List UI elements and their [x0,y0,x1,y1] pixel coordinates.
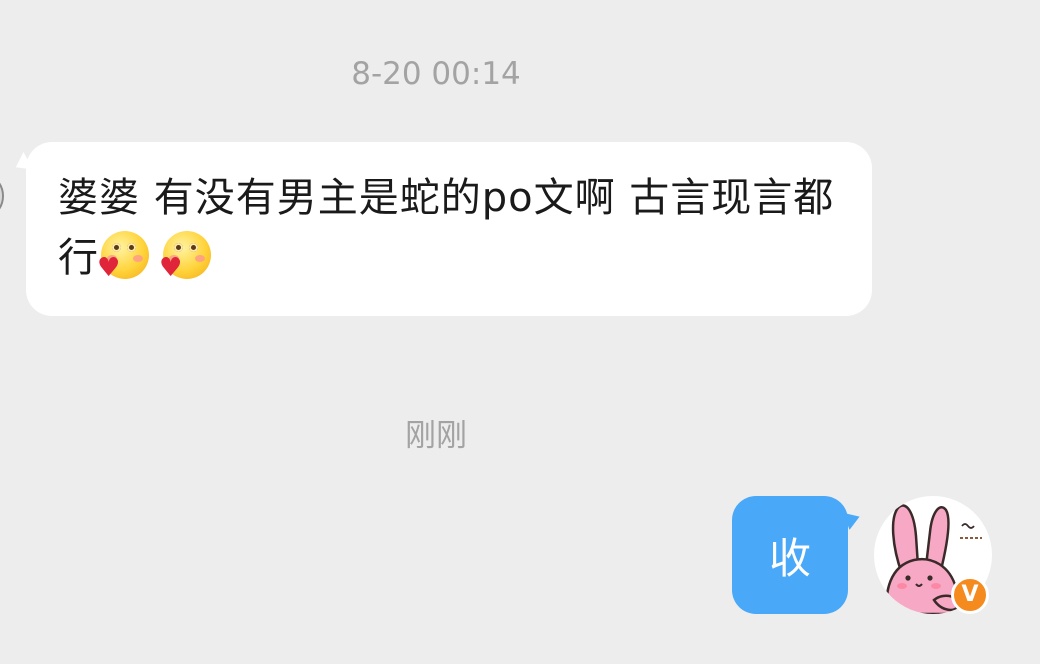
blushing-heart-emoji-icon: ♥ [97,229,151,281]
timestamp-divider: 刚刚 [405,418,467,454]
sender-avatar[interactable] [0,172,4,220]
incoming-message-content: 婆婆 有没有男主是蛇的po文啊 古言现言都行 ♥ ♥ [58,168,838,288]
incoming-message-bubble[interactable]: 婆婆 有没有男主是蛇的po文啊 古言现言都行 ♥ ♥ [26,142,872,316]
outgoing-message-text: 收 [768,533,811,583]
timestamp-divider: 8-20 00:14 [351,56,521,92]
verified-v-badge-icon: V [951,576,989,614]
blushing-heart-emoji-icon: ♥ [159,229,213,281]
outgoing-message-bubble[interactable]: 收 [732,496,848,614]
